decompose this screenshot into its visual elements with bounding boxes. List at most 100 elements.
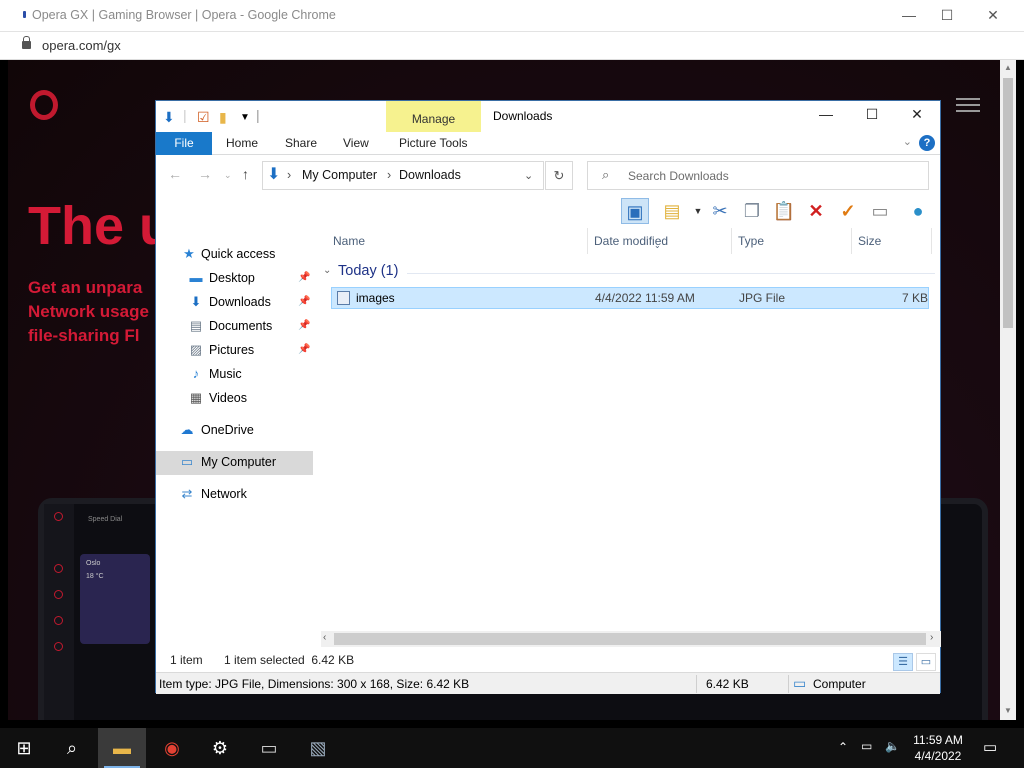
scroll-down-arrow-icon[interactable]: ▼: [1004, 706, 1012, 715]
pin-icon[interactable]: 📌: [298, 320, 310, 331]
tab-file[interactable]: File: [156, 132, 212, 155]
globe-icon[interactable]: ●: [904, 198, 932, 224]
help-icon[interactable]: ?: [919, 135, 935, 151]
up-arrow-icon[interactable]: ↑: [242, 166, 249, 182]
search-icon[interactable]: ⌕: [48, 728, 96, 768]
group-header-today[interactable]: ⌄ Today (1): [321, 262, 936, 284]
image-viewer-icon[interactable]: ▧: [294, 728, 342, 768]
preview-pane-icon[interactable]: ▣: [621, 198, 649, 224]
breadcrumb-separator-icon[interactable]: ›: [387, 168, 391, 182]
pin-icon[interactable]: 📌: [298, 344, 310, 355]
show-hidden-icons-chevron-icon[interactable]: ⌃: [838, 740, 848, 754]
collapse-chevron-icon[interactable]: ⌄: [323, 265, 331, 276]
sidebar-item-downloads[interactable]: ⬇ Downloads 📌: [156, 291, 313, 315]
explorer-title-bar: ⬇ | ☑ ▮ ▼ | Manage Downloads — ☐ ✕: [156, 101, 940, 132]
details-view-icon[interactable]: ☰: [893, 653, 913, 671]
rename-icon[interactable]: ▭: [866, 198, 894, 224]
sidebar-item-pictures[interactable]: ▨ Pictures 📌: [156, 339, 313, 363]
explorer-minimize-button[interactable]: —: [812, 106, 840, 126]
navigation-pane: ★ Quick access ▬ Desktop 📌 ⬇ Downloads 📌…: [156, 231, 316, 631]
terminal-icon[interactable]: ▭: [245, 728, 293, 768]
chrome-address-bar[interactable]: opera.com/gx: [0, 32, 1024, 60]
preview-sidebar-icon: [54, 590, 63, 599]
hamburger-menu-icon[interactable]: [956, 98, 980, 112]
sidebar-item-onedrive[interactable]: ☁ OneDrive: [156, 419, 313, 443]
qat-divider: |: [183, 107, 187, 123]
search-input[interactable]: ⌕ Search Downloads: [587, 161, 929, 190]
breadcrumb-separator-icon[interactable]: ›: [287, 168, 291, 182]
sidebar-item-network[interactable]: ⇄ Network: [156, 483, 313, 507]
column-divider[interactable]: [587, 228, 588, 254]
column-header-type[interactable]: Type: [738, 234, 764, 248]
address-url[interactable]: opera.com/gx: [42, 38, 121, 53]
tab-share[interactable]: Share: [285, 136, 317, 150]
cut-icon[interactable]: ✂: [706, 198, 734, 224]
column-header-size[interactable]: Size: [858, 234, 881, 248]
jpg-file-icon: [337, 291, 350, 305]
network-icon: ⇄: [181, 486, 193, 501]
column-divider[interactable]: [931, 228, 932, 254]
back-arrow-icon[interactable]: ←: [168, 166, 182, 182]
tab-view[interactable]: View: [343, 136, 369, 150]
forward-arrow-icon[interactable]: →: [198, 166, 212, 182]
properties-icon[interactable]: ☑: [197, 109, 210, 126]
hero-text-line-3: file-sharing Fl: [28, 326, 140, 345]
navigation-row: ← → ⌄ ↑ ⬇ › My Computer › Downloads ⌄ ↻ …: [156, 156, 940, 196]
delete-icon[interactable]: ✕: [802, 198, 830, 224]
scroll-up-arrow-icon[interactable]: ▲: [1004, 63, 1012, 72]
videos-icon: ▦: [189, 390, 203, 405]
tab-manage[interactable]: Manage: [386, 101, 481, 132]
page-scroll-thumb[interactable]: [1003, 78, 1013, 328]
column-header-name[interactable]: Name: [333, 234, 365, 248]
breadcrumb-downloads[interactable]: Downloads: [399, 168, 461, 182]
tab-home[interactable]: Home: [226, 136, 258, 150]
copy-icon[interactable]: ❐: [738, 198, 766, 224]
settings-gear-icon[interactable]: ⚙: [196, 728, 244, 768]
large-icons-view-icon[interactable]: ▭: [916, 653, 936, 671]
qat-dropdown-icon[interactable]: ▼: [240, 112, 250, 123]
pin-icon[interactable]: 📌: [298, 296, 310, 307]
sidebar-item-music[interactable]: ♪ Music: [156, 363, 313, 387]
explorer-close-button[interactable]: ✕: [903, 106, 931, 126]
sidebar-item-documents[interactable]: ▤ Documents 📌: [156, 315, 313, 339]
column-divider[interactable]: [851, 228, 852, 254]
horizontal-scroll-thumb[interactable]: [334, 633, 926, 645]
sidebar-item-desktop[interactable]: ▬ Desktop 📌: [156, 267, 313, 291]
checkmark-icon[interactable]: ✓: [834, 198, 862, 224]
sidebar-item-quick-access[interactable]: ★ Quick access: [156, 243, 313, 267]
volume-icon[interactable]: 🔈: [885, 739, 900, 753]
lock-icon: [22, 36, 31, 49]
tab-picture-tools[interactable]: Picture Tools: [399, 136, 467, 150]
views-icon[interactable]: ▤: [658, 198, 686, 224]
pin-icon[interactable]: 📌: [298, 272, 310, 283]
recent-locations-chevron-icon[interactable]: ⌄: [224, 170, 232, 181]
chrome-minimize-button[interactable]: —: [897, 4, 921, 26]
opera-logo-icon[interactable]: [30, 90, 58, 120]
column-divider[interactable]: [731, 228, 732, 254]
scroll-right-arrow-icon[interactable]: ›: [930, 632, 933, 643]
network-status-icon[interactable]: ▭: [861, 739, 872, 753]
preview-sidebar-icon: [54, 616, 63, 625]
breadcrumb[interactable]: ⬇ › My Computer › Downloads ⌄: [262, 161, 544, 190]
system-clock[interactable]: 11:59 AM 4/4/2022: [905, 732, 971, 764]
sidebar-item-videos[interactable]: ▦ Videos: [156, 387, 313, 411]
refresh-icon[interactable]: ↻: [545, 161, 573, 190]
horizontal-scrollbar[interactable]: ‹ ›: [321, 631, 941, 647]
explorer-maximize-button[interactable]: ☐: [858, 106, 886, 126]
table-row[interactable]: images 4/4/2022 11:59 AM JPG File 7 KB: [331, 287, 929, 309]
address-history-chevron-icon[interactable]: ⌄: [524, 169, 533, 182]
start-windows-icon[interactable]: ⊞: [0, 728, 48, 768]
page-scrollbar[interactable]: ▲ ▼: [1000, 60, 1016, 720]
new-folder-icon[interactable]: ▮: [219, 109, 227, 126]
chrome-icon[interactable]: ◉: [148, 728, 196, 768]
notifications-icon[interactable]: ▭: [983, 738, 997, 756]
chrome-maximize-button[interactable]: ☐: [935, 4, 959, 26]
scroll-left-arrow-icon[interactable]: ‹: [323, 632, 326, 643]
paste-icon[interactable]: 📋: [770, 198, 798, 224]
chrome-close-button[interactable]: ✕: [981, 4, 1005, 26]
ribbon-expand-chevron-icon[interactable]: ⌄: [903, 135, 912, 148]
downloads-location-icon: ⬇: [267, 166, 281, 183]
sidebar-item-my-computer[interactable]: ▭ My Computer: [156, 451, 313, 475]
breadcrumb-my-computer[interactable]: My Computer: [302, 168, 377, 182]
file-explorer-icon[interactable]: ▬: [98, 728, 146, 768]
